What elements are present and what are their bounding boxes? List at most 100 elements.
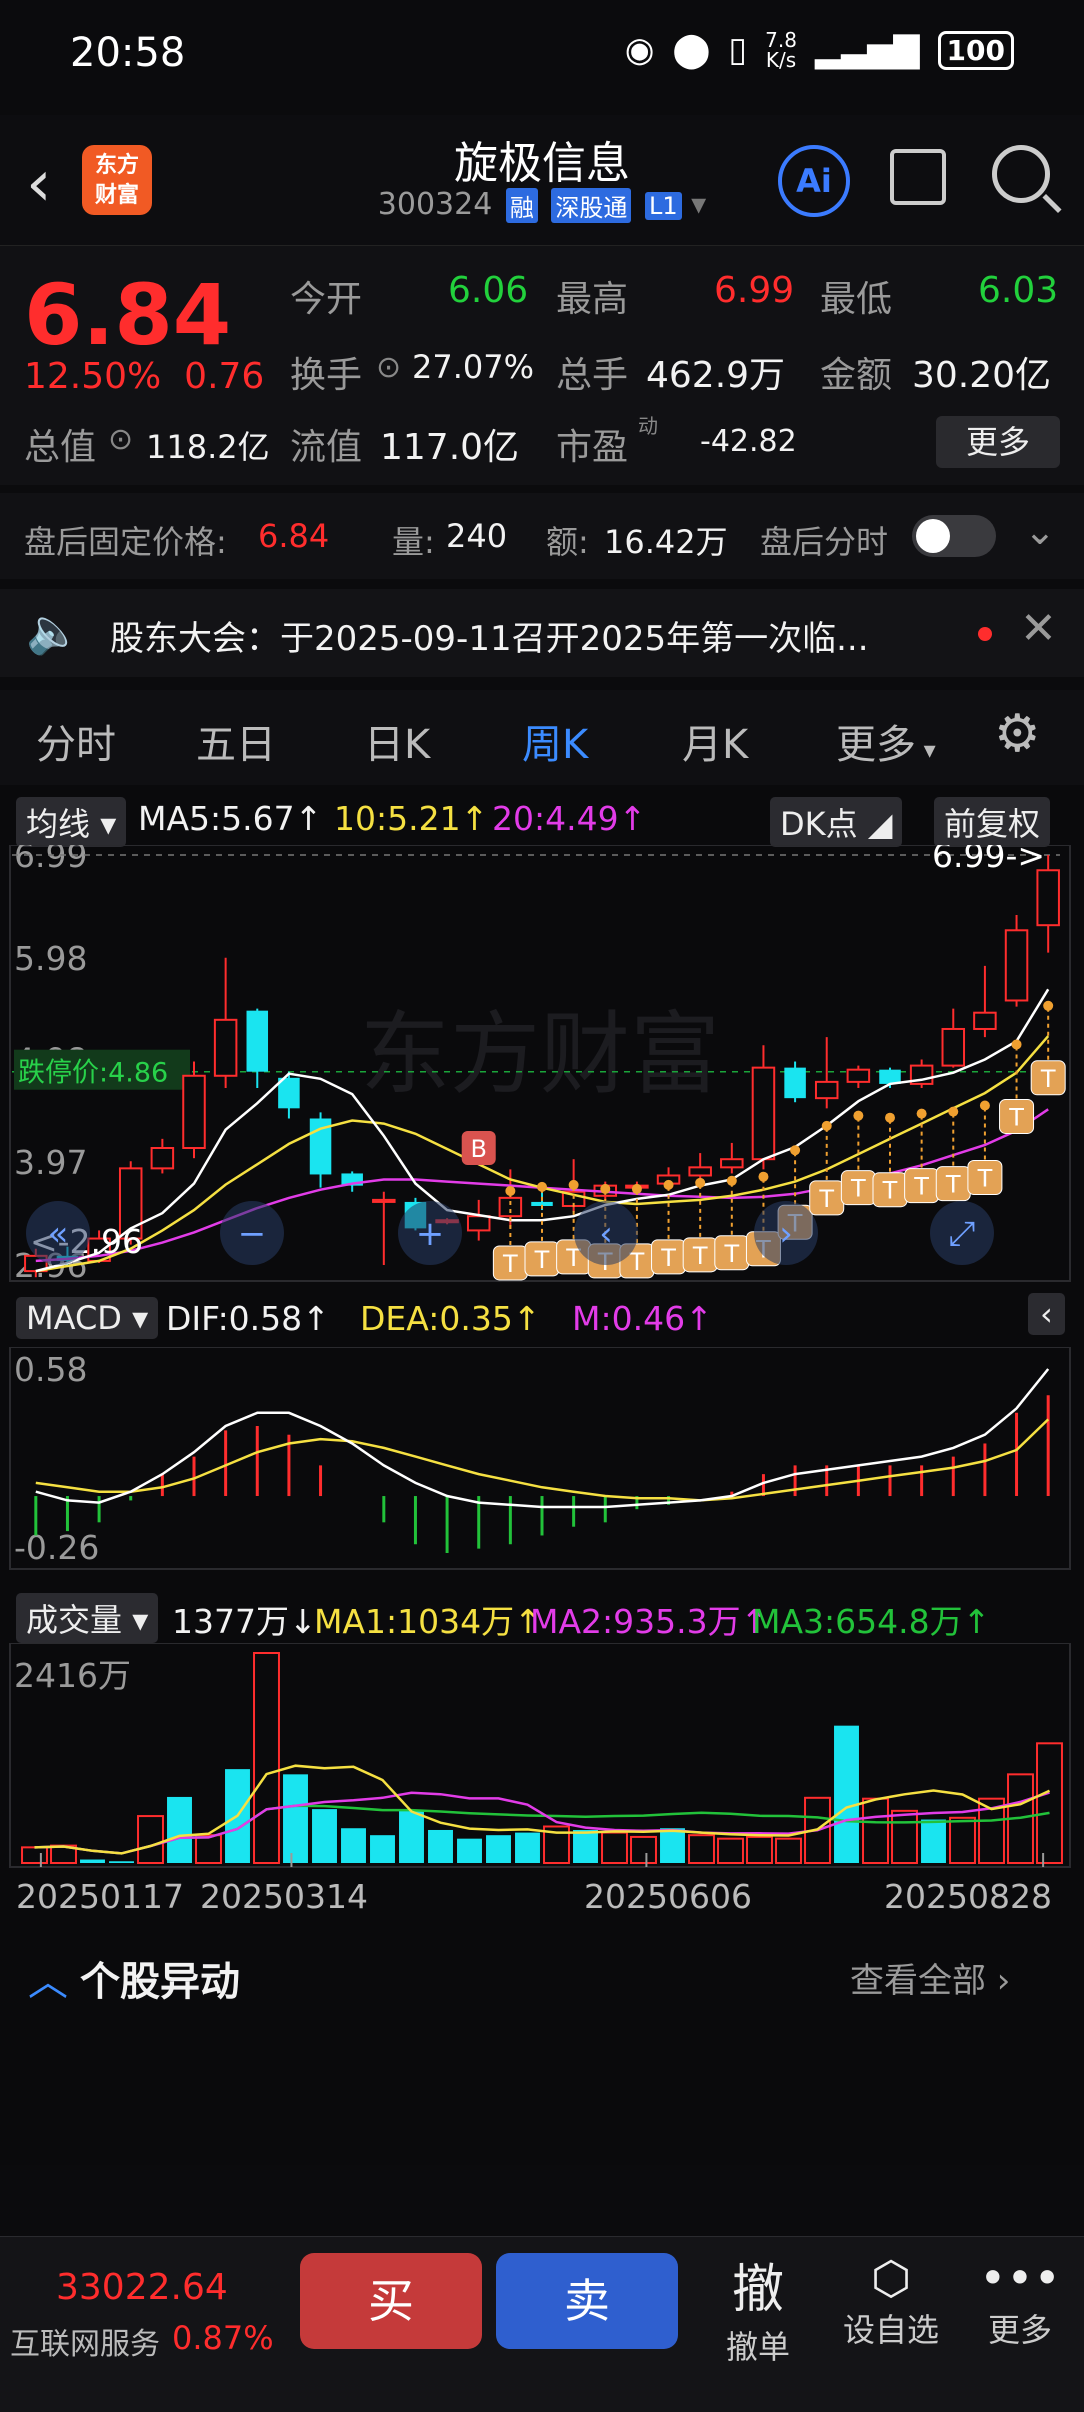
buy-point-label: B [470,1135,486,1163]
pe-sup: 动 [638,414,658,438]
candle-body [182,1074,206,1150]
bottom-trade-bar: 33022.64 互联网服务 0.87% 买 卖 撤 撤单 ⬡ 设自选 ••• … [0,2236,1084,2412]
chart-control-glyph: − [238,1214,267,1254]
volume-bar [1036,1742,1063,1864]
volume-label: 总手 [556,355,629,396]
notice-bar[interactable]: 🔈 股东大会：于2025-09-11召开2025年第一次临... ✕ [0,589,1084,677]
chart-control-glyph: ‹ [599,1214,613,1254]
t-marker-label: T [660,1244,676,1272]
volume-selector[interactable]: 成交量 ▾ [16,1593,159,1643]
volume-bar [370,1835,395,1863]
candle-body [688,1166,712,1177]
y-axis-label: 5.98 [14,939,87,978]
watermark: 东方财富 [360,1002,720,1107]
candle-body [1036,869,1060,927]
status-icons: ◉ ⬤ ▯ 7.8 K/s ▂▃▅▇ 100 [625,30,1014,70]
tab-daily-k[interactable]: 日K [364,712,430,770]
tag-connect: 深股通 [551,188,632,223]
t-marker-dot [821,1120,832,1131]
buy-button[interactable]: 买 [300,2253,482,2349]
float-label: 流值 [290,427,363,468]
adjust-button[interactable]: 前复权 [934,797,1051,847]
candle-body [784,1067,806,1099]
t-marker-label: T [692,1242,708,1270]
index-name[interactable]: 互联网服务 [10,2319,160,2363]
volume-bar [283,1774,308,1863]
stock-movement-section[interactable]: ︿ 个股异动 查看全部 › [0,1935,1084,2005]
tab-more[interactable]: 更多 ▾ [836,712,936,770]
high-label: 最高 [556,279,629,320]
macd-selector[interactable]: MACD ▾ [16,1297,159,1339]
index-pct[interactable]: 0.87% [172,2319,274,2357]
m-legend: M:0.46↑ [572,1299,713,1338]
after-hours-price: 6.84 [258,517,330,555]
candle-body [751,1066,776,1161]
close-icon[interactable]: ✕ [1020,603,1057,654]
volume-bar [834,1725,859,1863]
date-label: 20250828 [884,1877,1052,1916]
status-time: 20:58 [70,30,186,76]
volume-chart[interactable]: 2416万 [0,1643,1084,1869]
info-icon[interactable]: ⊙ [108,422,133,457]
add-watchlist-button[interactable]: ⬡ 设自选 [836,2251,946,2351]
section-title: 个股异动 [80,1959,240,2005]
high-mark: 6.99-> [932,845,1045,875]
search-icon[interactable] [992,145,1050,203]
chart-control-glyph: ⤢ [948,1214,975,1254]
ai-button[interactable]: Ai [778,145,850,217]
tab-monthly-k[interactable]: 月K [682,712,748,770]
chevron-left-icon[interactable]: ‹ [1028,1293,1065,1335]
ma-selector[interactable]: 均线 ▾ [16,797,127,847]
net-speed: 7.8 K/s [765,28,797,72]
after-hours-toggle[interactable] [912,515,996,557]
chevron-down-icon: ▾ [691,187,707,222]
volume-bar [630,1835,657,1865]
volume-bar [515,1832,540,1863]
cancel-order-button[interactable]: 撤 撤单 [712,2247,804,2368]
view-all-link[interactable]: 查看全部 › [850,1953,1010,2002]
volume-bar [457,1838,482,1863]
volume-bar [399,1810,424,1863]
volume-bar [921,1819,946,1863]
open-label: 今开 [290,279,363,320]
tab-intraday[interactable]: 分时 [36,712,116,770]
more-quote-button[interactable]: 更多 [936,416,1060,468]
t-marker-label: T [977,1165,993,1193]
mktcap-label: 总值 [24,427,97,468]
battery-icon: 100 [937,30,1014,70]
chevron-down-icon[interactable]: ⌄ [1024,509,1056,553]
index-value[interactable]: 33022.64 [56,2267,228,2308]
kline-chart[interactable]: 东方财富6.995.984.983.972.966.99->跌停价:4.86<-… [0,845,1084,1285]
vol-ma1-legend: MA1:1034万↑ [314,1602,542,1641]
macd-chart[interactable]: 0.58 -0.26 [0,1347,1084,1573]
t-marker-dot [790,1145,801,1156]
ma5-legend: MA5:5.67↑ [138,799,323,838]
t-marker-dot [505,1185,516,1196]
y-axis-label: 3.97 [14,1143,87,1182]
stock-header: ‹ 东方 财富 旋极信息 300324 融 深股通 L1 ▾ Ai [0,115,1084,245]
volume-bar [660,1828,685,1863]
tab-five-day[interactable]: 五日 [196,712,276,770]
volume-bar [486,1835,511,1863]
y-axis-label: 6.99 [14,845,87,875]
date-label: 20250314 [200,1877,368,1916]
last-price: 6.84 [24,266,232,364]
chart-control-glyph: › [779,1214,793,1254]
sell-button[interactable]: 卖 [496,2253,678,2349]
more-button[interactable]: ••• 更多 [970,2251,1070,2351]
date-label: 20250117 [16,1877,184,1916]
chart-control-glyph: « [48,1214,69,1254]
tab-weekly-k[interactable]: 周K [522,712,589,792]
share-icon[interactable] [890,149,946,205]
more-dots-icon: ••• [979,2251,1061,2305]
low-value: 6.03 [978,270,1059,311]
low-label: 最低 [820,279,893,320]
volume-bar [312,1809,337,1863]
dk-point-button[interactable]: DK点 ◢ [770,797,903,847]
candle-body [720,1158,744,1169]
info-icon[interactable]: ⊙ [376,350,401,385]
volume-bar [573,1829,598,1863]
gear-icon[interactable]: ⚙ [994,704,1041,764]
t-marker-label: T [850,1175,866,1203]
chart-area: 均线 ▾ MA5:5.67↑ 10:5.21↑ 20:4.49↑ DK点 ◢ 前… [0,785,1084,2165]
